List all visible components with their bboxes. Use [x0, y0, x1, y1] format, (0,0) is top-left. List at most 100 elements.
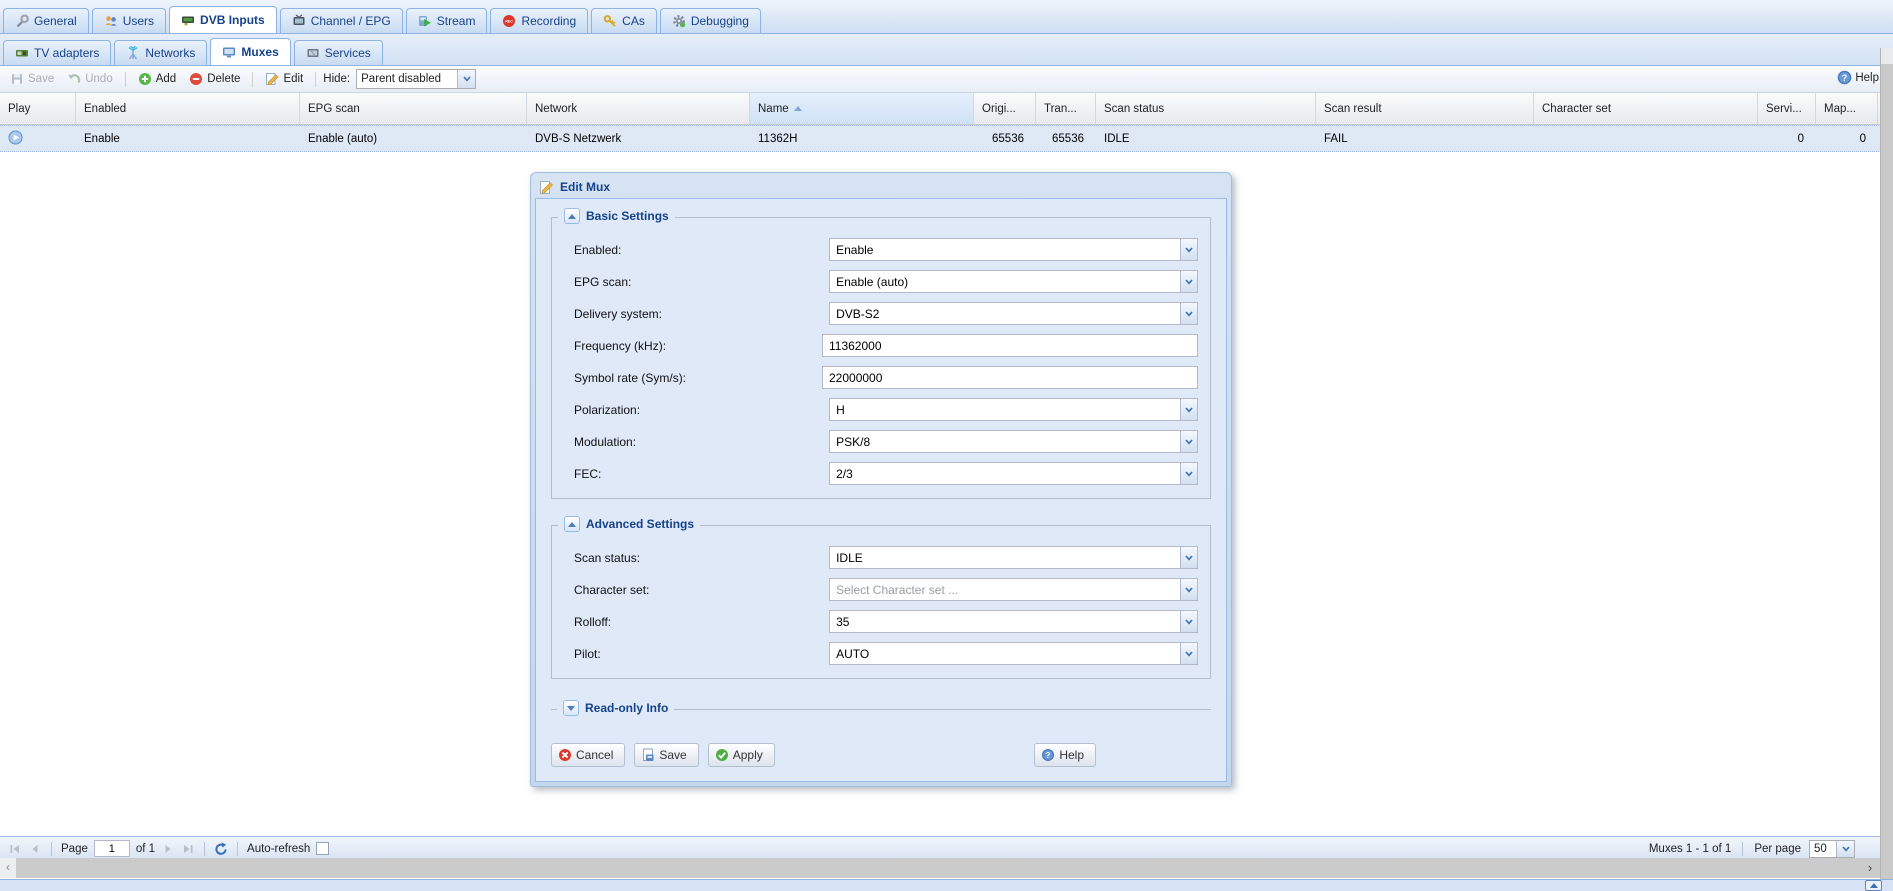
- mux-row-selected[interactable]: Enable Enable (auto) DVB-S Netzwerk 1136…: [0, 125, 1893, 152]
- character-set-combo-input[interactable]: [829, 578, 1180, 601]
- chevron-down-icon[interactable]: [457, 70, 475, 88]
- epg-scan-combo[interactable]: [829, 270, 1198, 293]
- tab-channel-epg[interactable]: Channel / EPG: [280, 8, 403, 33]
- page-prev-icon[interactable]: [28, 842, 42, 856]
- tab-stream[interactable]: Stream: [406, 8, 488, 33]
- tvheadend-app: General Users DVB Inputs Channel / EPG S…: [0, 0, 1893, 152]
- column-header-play[interactable]: Play: [0, 93, 76, 124]
- help-button[interactable]: ? Help: [1837, 70, 1879, 85]
- horizontal-scrollbar[interactable]: ‹ ›: [0, 858, 1881, 878]
- delete-button[interactable]: Delete: [184, 70, 245, 88]
- chevron-down-icon[interactable]: [1180, 430, 1198, 453]
- character-set-combo[interactable]: [829, 578, 1198, 601]
- refresh-icon[interactable]: [214, 842, 228, 856]
- chevron-down-icon[interactable]: [1180, 302, 1198, 325]
- undo-button[interactable]: Undo: [62, 70, 118, 88]
- frequency-input[interactable]: [822, 334, 1198, 357]
- epg-scan-combo-input[interactable]: [829, 270, 1180, 293]
- modulation-label: Modulation:: [574, 435, 829, 449]
- chevron-down-icon[interactable]: [1180, 546, 1198, 569]
- modulation-combo[interactable]: [829, 430, 1198, 453]
- column-header-name[interactable]: Name: [750, 93, 974, 124]
- tab-users[interactable]: Users: [92, 8, 166, 33]
- column-header-network[interactable]: Network: [527, 93, 750, 124]
- field-row-epg-scan: EPG scan:: [574, 269, 1198, 294]
- wrench-icon: [15, 14, 29, 28]
- auto-refresh-checkbox[interactable]: [316, 842, 329, 855]
- dialog-titlebar[interactable]: Edit Mux: [531, 173, 1231, 198]
- users-icon: [104, 14, 118, 28]
- chevron-down-icon[interactable]: [1180, 462, 1198, 485]
- rolloff-combo[interactable]: [829, 610, 1198, 633]
- tab-dvb-inputs[interactable]: DVB Inputs: [169, 6, 277, 33]
- column-header-character-set[interactable]: Character set: [1534, 93, 1758, 124]
- chevron-down-icon[interactable]: [1180, 610, 1198, 633]
- polarization-combo-input[interactable]: [829, 398, 1180, 421]
- cell-name: 11362H: [750, 133, 974, 145]
- chevron-down-icon[interactable]: [1836, 841, 1854, 857]
- tab-cas[interactable]: CAs: [591, 8, 657, 33]
- column-label: Character set: [1542, 103, 1611, 115]
- rolloff-combo-input[interactable]: [829, 610, 1180, 633]
- modulation-combo-input[interactable]: [829, 430, 1180, 453]
- page-next-icon[interactable]: [161, 842, 175, 856]
- column-header-original-network-id[interactable]: Origi...: [974, 93, 1036, 124]
- column-header-scan-status[interactable]: Scan status: [1096, 93, 1316, 124]
- enabled-combo[interactable]: [829, 238, 1198, 261]
- collapse-down-icon[interactable]: [563, 700, 579, 716]
- tab-services[interactable]: Services: [294, 40, 383, 65]
- chevron-down-icon[interactable]: [1180, 238, 1198, 261]
- chevron-down-icon[interactable]: [1180, 270, 1198, 293]
- page-last-icon[interactable]: [181, 842, 195, 856]
- enabled-combo-input[interactable]: [829, 238, 1180, 261]
- column-header-scan-result[interactable]: Scan result: [1316, 93, 1534, 124]
- dialog-save-button[interactable]: Save: [634, 743, 698, 767]
- delivery-system-combo-input[interactable]: [829, 302, 1180, 325]
- polarization-combo[interactable]: [829, 398, 1198, 421]
- symbol-rate-input[interactable]: [822, 366, 1198, 389]
- vertical-scrollbar[interactable]: [1880, 48, 1893, 879]
- column-header-mapped[interactable]: Map...: [1816, 93, 1878, 124]
- dialog-help-button[interactable]: ? Help: [1034, 743, 1096, 767]
- scroll-left-button[interactable]: ‹: [0, 858, 16, 878]
- column-header-transport-id[interactable]: Tran...: [1036, 93, 1096, 124]
- tab-debugging[interactable]: Debugging: [660, 8, 761, 33]
- play-icon[interactable]: [8, 130, 23, 145]
- column-header-epg-scan[interactable]: EPG scan: [300, 93, 527, 124]
- tab-networks[interactable]: Networks: [114, 40, 207, 65]
- scroll-up-button[interactable]: [1881, 48, 1893, 64]
- save-button[interactable]: Save: [5, 70, 59, 88]
- field-row-rolloff: Rolloff:: [574, 609, 1198, 634]
- fec-combo[interactable]: [829, 462, 1198, 485]
- edit-button[interactable]: Edit: [260, 70, 308, 88]
- tab-general[interactable]: General: [3, 8, 89, 33]
- cell-network: DVB-S Netzwerk: [527, 133, 750, 145]
- page-first-icon[interactable]: [8, 842, 22, 856]
- tab-recording[interactable]: REC Recording: [490, 8, 588, 33]
- hide-filter-combo[interactable]: Parent disabled: [356, 69, 476, 89]
- delivery-system-combo[interactable]: [829, 302, 1198, 325]
- column-header-enabled[interactable]: Enabled: [76, 93, 300, 124]
- pilot-combo[interactable]: [829, 642, 1198, 665]
- apply-button[interactable]: Apply: [708, 743, 775, 767]
- per-page-select[interactable]: 50: [1809, 840, 1855, 858]
- tab-muxes[interactable]: Muxes: [210, 38, 290, 65]
- column-header-services[interactable]: Servi...: [1758, 93, 1816, 124]
- scroll-right-button[interactable]: ›: [1861, 858, 1879, 878]
- fec-combo-input[interactable]: [829, 462, 1180, 485]
- scan-status-combo-input[interactable]: [829, 546, 1180, 569]
- tab-label: Networks: [145, 46, 195, 60]
- chevron-down-icon[interactable]: [1180, 398, 1198, 421]
- footer-separator: [237, 842, 238, 856]
- collapse-up-icon[interactable]: [564, 516, 580, 532]
- cancel-button[interactable]: Cancel: [551, 743, 625, 767]
- add-button[interactable]: Add: [133, 70, 181, 88]
- pilot-combo-input[interactable]: [829, 642, 1180, 665]
- collapse-up-icon[interactable]: [564, 208, 580, 224]
- page-number-input[interactable]: [94, 840, 130, 857]
- chevron-down-icon[interactable]: [1180, 642, 1198, 665]
- tab-tv-adapters[interactable]: TV adapters: [3, 40, 111, 65]
- chevron-down-icon[interactable]: [1180, 578, 1198, 601]
- collapse-footer-button[interactable]: [1865, 880, 1882, 891]
- scan-status-combo[interactable]: [829, 546, 1198, 569]
